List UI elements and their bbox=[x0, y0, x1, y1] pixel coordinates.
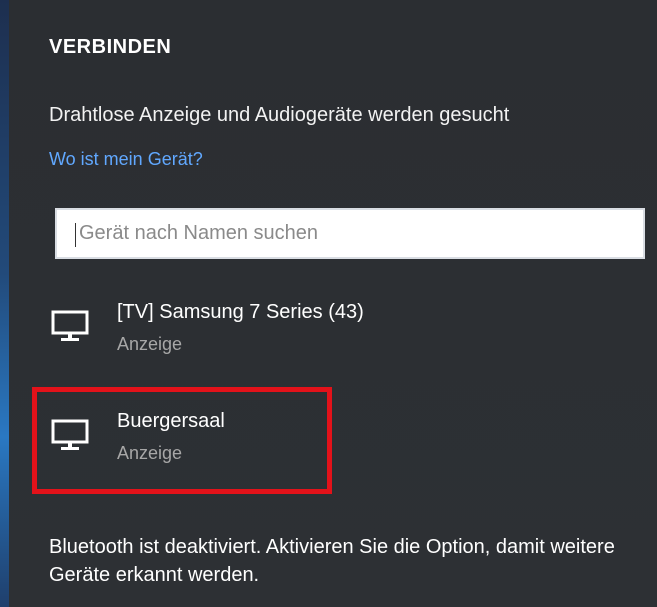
device-type: Anzeige bbox=[117, 443, 183, 463]
connect-panel: VERBINDEN Drahtlose Anzeige und Audioger… bbox=[9, 0, 657, 607]
text-caret bbox=[75, 223, 76, 247]
device-item-buergersaal[interactable]: Buergersaal Anzeige bbox=[49, 410, 609, 480]
where-is-my-device-link[interactable]: Wo ist mein Gerät? bbox=[49, 149, 203, 170]
search-status-text: Drahtlose Anzeige und Audiogeräte werden… bbox=[49, 104, 510, 126]
device-type: Anzeige bbox=[117, 334, 183, 354]
monitor-icon bbox=[51, 419, 89, 450]
device-search-input[interactable] bbox=[57, 210, 643, 257]
panel-title: VERBINDEN bbox=[49, 36, 172, 58]
bluetooth-status-text: Bluetooth ist deaktiviert. Aktivieren Si… bbox=[49, 536, 615, 586]
device-name: [TV] Samsung 7 Series (43) bbox=[117, 301, 364, 323]
device-search-box[interactable] bbox=[55, 208, 645, 259]
device-item-samsung-tv[interactable]: [TV] Samsung 7 Series (43) Anzeige bbox=[49, 301, 609, 371]
device-name: Buergersaal bbox=[117, 410, 225, 432]
monitor-icon bbox=[51, 310, 89, 341]
desktop-wallpaper-edge bbox=[0, 0, 9, 607]
